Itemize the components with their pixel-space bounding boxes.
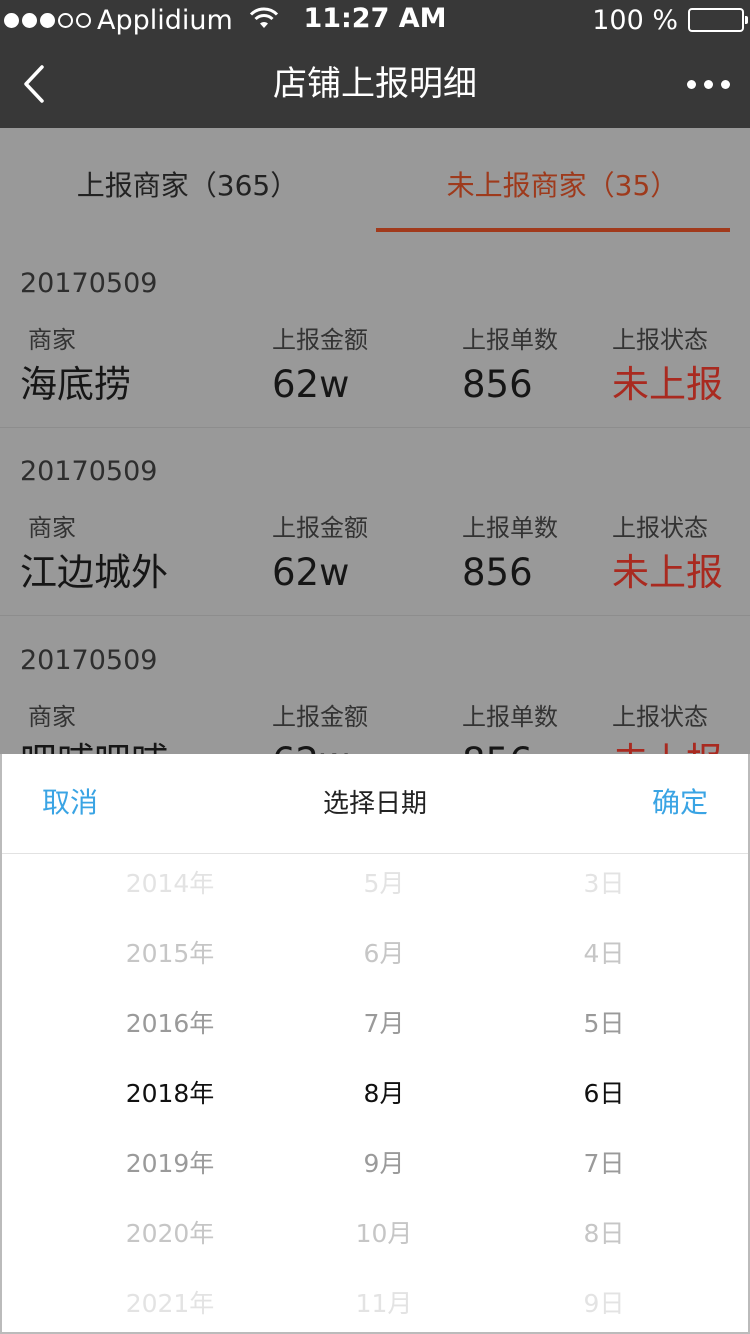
battery-percent: 100 %	[592, 4, 678, 36]
status-bar: Applidium 11:27 AM 100 %	[0, 0, 750, 40]
record-date: 20170509	[20, 645, 158, 676]
wheel-option[interactable]: 2021年	[60, 1274, 280, 1332]
count-value: 856	[462, 363, 533, 406]
wheel-option[interactable]: 10月	[274, 1204, 494, 1264]
list-item[interactable]: 20170509 商家 呷哺呷哺 上报金额 62w 上报单数 856 上报状态 …	[0, 617, 750, 754]
count-column: 上报单数 856	[462, 324, 558, 412]
wheel-option[interactable]: 5月	[274, 854, 494, 914]
more-button[interactable]	[682, 68, 734, 100]
wheel-option[interactable]: 8日	[494, 1204, 714, 1264]
picker-header: 取消 选择日期 确定	[2, 754, 748, 854]
amount-label: 上报金额	[272, 326, 368, 354]
confirm-button[interactable]: 确定	[652, 754, 708, 854]
wheel-option[interactable]: 5日	[494, 994, 714, 1054]
wheel-option[interactable]: 4日	[494, 924, 714, 984]
merchant-name: 海底捞	[20, 363, 131, 406]
wheel-option-selected[interactable]: 2018年	[60, 1064, 280, 1124]
status-column: 上报状态 未上报	[612, 512, 723, 600]
battery-icon	[688, 8, 748, 32]
count-label: 上报单数	[462, 326, 558, 354]
day-wheel[interactable]: 3日 4日 5日 6日 7日 8日 9日	[494, 854, 714, 1332]
merchant-label: 商家	[28, 514, 76, 542]
more-dots-icon	[686, 79, 696, 89]
amount-value: 62w	[272, 551, 350, 594]
merchant-column: 商家 江边城外	[20, 512, 168, 600]
amount-column: 上报金额 62w	[272, 512, 368, 600]
status-label: 上报状态	[612, 514, 708, 542]
count-value: 856	[462, 735, 558, 754]
wheel-option[interactable]: 9日	[494, 1274, 714, 1332]
status-value: 未上报	[612, 735, 723, 754]
count-value: 856	[462, 551, 533, 594]
page-title: 店铺上报明细	[273, 64, 477, 104]
status-label: 上报状态	[612, 326, 708, 354]
list-item[interactable]: 20170509 商家 海底捞 上报金额 62w 上报单数 856 上报状态 未…	[0, 240, 750, 428]
amount-value: 62w	[272, 735, 368, 754]
merchant-name: 呷哺呷哺	[20, 735, 168, 754]
wheel-option[interactable]: 11月	[274, 1274, 494, 1332]
month-wheel[interactable]: 5月 6月 7月 8月 9月 10月 11月	[274, 854, 494, 1332]
wheel-option[interactable]: 2019年	[60, 1134, 280, 1194]
navigation-bar: 店铺上报明细	[0, 40, 750, 128]
wheel-option[interactable]: 2014年	[60, 854, 280, 914]
wheel-option[interactable]: 2016年	[60, 994, 280, 1054]
record-date: 20170509	[20, 268, 158, 299]
count-label: 上报单数	[462, 703, 558, 731]
active-tab-indicator	[376, 228, 730, 232]
amount-column: 上报金额 62w	[272, 701, 368, 754]
status-column: 上报状态 未上报	[612, 701, 723, 754]
amount-label: 上报金额	[272, 514, 368, 542]
count-column: 上报单数 856	[462, 512, 558, 600]
status-label: 上报状态	[612, 703, 708, 731]
tab-unreported[interactable]: 未上报商家（35）	[375, 128, 750, 240]
tab-reported[interactable]: 上报商家（365）	[0, 128, 375, 240]
picker-title: 选择日期	[322, 789, 427, 819]
wheel-option[interactable]: 7日	[494, 1134, 714, 1194]
year-wheel[interactable]: 2014年 2015年 2016年 2018年 2019年 2020年 2021…	[60, 854, 280, 1332]
wheel-option[interactable]: 2015年	[60, 924, 280, 984]
wheel-option[interactable]: 6月	[274, 924, 494, 984]
status-value: 未上报	[612, 551, 723, 594]
amount-column: 上报金额 62w	[272, 324, 368, 412]
status-column: 上报状态 未上报	[612, 324, 723, 412]
wheel-option[interactable]: 9月	[274, 1134, 494, 1194]
wheel-option[interactable]: 2020年	[60, 1204, 280, 1264]
amount-value: 62w	[272, 363, 350, 406]
merchant-column: 商家 呷哺呷哺	[20, 701, 168, 754]
merchant-label: 商家	[28, 703, 76, 731]
amount-label: 上报金额	[272, 703, 368, 731]
merchant-label: 商家	[28, 326, 76, 354]
wheel-option[interactable]: 7月	[274, 994, 494, 1054]
wheel-option-selected[interactable]: 8月	[274, 1064, 494, 1124]
content-overlay: 上报商家（365） 未上报商家（35） 20170509 商家 海底捞 上报金额…	[0, 128, 750, 754]
list-item[interactable]: 20170509 商家 江边城外 上报金额 62w 上报单数 856 上报状态 …	[0, 428, 750, 616]
status-right: 100 %	[592, 2, 748, 38]
count-column: 上报单数 856	[462, 701, 558, 754]
wheel-option-selected[interactable]: 6日	[494, 1064, 714, 1124]
status-value: 未上报	[612, 363, 723, 406]
merchant-name: 江边城外	[20, 551, 168, 594]
wheel-option[interactable]: 3日	[494, 854, 714, 914]
date-picker-sheet: 取消 选择日期 确定 2014年 2015年 2016年 2018年 2019年…	[0, 754, 750, 1334]
count-label: 上报单数	[462, 514, 558, 542]
merchant-column: 商家 海底捞	[20, 324, 131, 412]
tab-bar: 上报商家（365） 未上报商家（35）	[0, 128, 750, 240]
record-date: 20170509	[20, 456, 158, 487]
